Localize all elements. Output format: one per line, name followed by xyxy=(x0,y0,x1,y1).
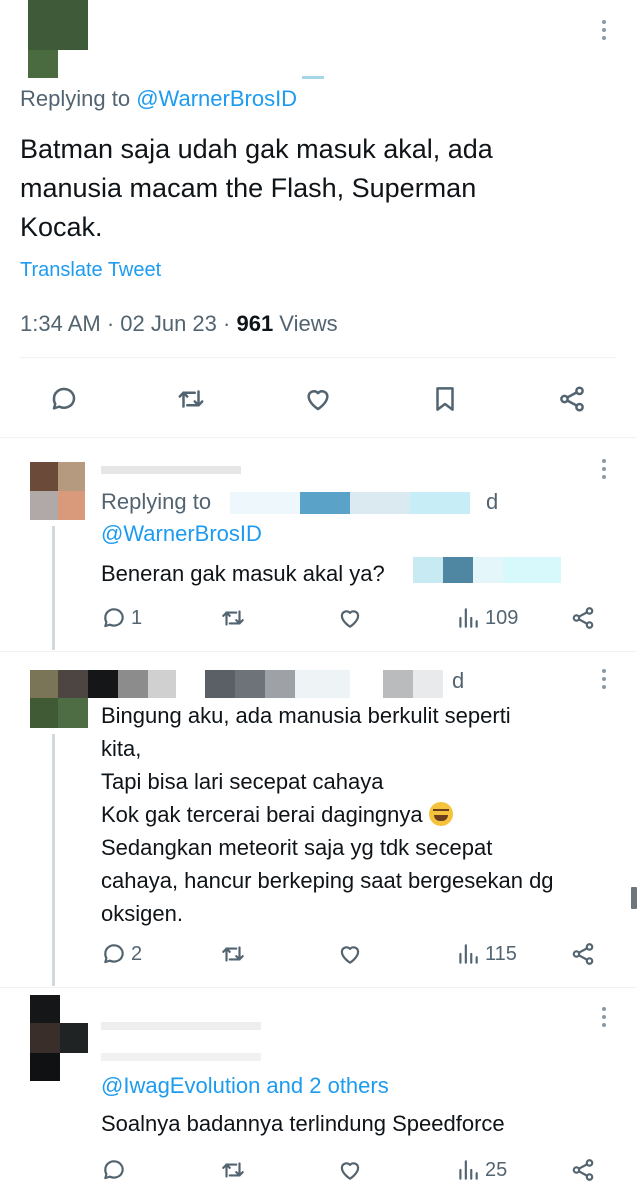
views-icon xyxy=(459,944,478,964)
main-tweet-text: Batman saja udah gak masuk akal, ada man… xyxy=(20,134,493,242)
views-button[interactable]: 115 xyxy=(455,941,517,967)
divider xyxy=(20,357,617,358)
retweet-icon xyxy=(178,390,204,408)
retweet-button[interactable] xyxy=(220,1157,246,1183)
trailing-char: d xyxy=(452,668,465,693)
reply-3-text: Soalnya badannya terlindung Speedforce xyxy=(101,1111,505,1136)
views-button[interactable]: 25 xyxy=(455,1157,507,1183)
reply-1-more-icon[interactable] xyxy=(601,459,607,479)
redacted-name xyxy=(101,466,241,474)
main-more-icon[interactable] xyxy=(601,20,607,40)
reply-icon xyxy=(104,1160,124,1180)
views-icon xyxy=(459,608,478,628)
reply-icon xyxy=(104,944,124,964)
like-icon xyxy=(340,946,360,964)
reply-count: 2 xyxy=(131,942,143,965)
reply-1-replying-to: Replying to xyxy=(101,489,211,515)
thread-line xyxy=(52,734,55,986)
retweet-icon xyxy=(222,946,244,962)
like-button[interactable] xyxy=(337,605,363,631)
reply-2-text-part-2: Sedangkan meteorit saja yg tdk secepat c… xyxy=(101,835,554,926)
rolling-on-floor-laughing-emoji-icon xyxy=(428,802,453,826)
replying-handle[interactable]: @WarnerBrosID xyxy=(136,86,297,111)
like-button[interactable] xyxy=(337,1157,363,1183)
views-count: 961 xyxy=(236,311,274,336)
main-replying-to: Replying to @WarnerBrosID xyxy=(20,86,297,112)
views-count: 115 xyxy=(485,942,517,965)
reply-2-more-icon[interactable] xyxy=(601,669,607,689)
replying-prefix: Replying to xyxy=(101,489,212,514)
reply-count: 1 xyxy=(131,606,143,629)
reply-button[interactable] xyxy=(49,384,79,414)
scrollbar-thumb[interactable] xyxy=(631,887,637,909)
reply-3-more-icon[interactable] xyxy=(601,1007,607,1027)
views-icon xyxy=(459,1160,478,1180)
share-icon xyxy=(560,386,584,412)
views-button[interactable]: 109 xyxy=(455,605,518,631)
translate-tweet-link[interactable]: Translate Tweet xyxy=(20,259,161,282)
retweet-button[interactable] xyxy=(220,605,246,631)
share-icon xyxy=(572,607,594,629)
bookmark-button[interactable] xyxy=(430,384,460,414)
share-button[interactable] xyxy=(570,941,596,967)
views-label: Views xyxy=(273,311,338,336)
share-button[interactable] xyxy=(570,1157,596,1183)
reply-1-handle[interactable]: @WarnerBrosID xyxy=(101,521,262,547)
trailing-char: d xyxy=(486,489,499,514)
divider xyxy=(0,651,637,652)
divider xyxy=(0,437,637,438)
redacted-block xyxy=(101,1053,261,1061)
main-action-bar xyxy=(0,378,637,422)
bookmark-icon xyxy=(436,387,454,411)
share-button[interactable] xyxy=(570,605,596,631)
share-button[interactable] xyxy=(557,384,587,414)
retweet-button[interactable] xyxy=(176,384,206,414)
redacted-block xyxy=(302,76,324,79)
reply-button[interactable]: 2 xyxy=(101,941,142,967)
retweet-icon xyxy=(222,610,244,626)
like-button[interactable] xyxy=(337,941,363,967)
retweet-button[interactable] xyxy=(220,941,246,967)
replying-prefix: Replying to xyxy=(20,86,137,111)
tweet-meta: 1:34 AM · 02 Jun 23 · 961 Views xyxy=(20,311,338,337)
like-button[interactable] xyxy=(303,384,333,414)
thread-line xyxy=(52,526,55,650)
share-icon xyxy=(572,1159,594,1181)
like-icon xyxy=(340,610,360,628)
reply-3-handle[interactable]: @IwagEvolution and 2 others xyxy=(101,1073,389,1099)
like-icon xyxy=(307,390,329,411)
reply-2-text: Bingung aku, ada manusia berkulit sepert… xyxy=(101,699,621,930)
views-count: 109 xyxy=(485,606,519,629)
tweet-time[interactable]: 1:34 AM · 02 Jun 23 · xyxy=(20,311,236,336)
like-icon xyxy=(340,1162,360,1180)
share-icon xyxy=(572,943,594,965)
views-count: 25 xyxy=(485,1158,508,1181)
redacted-name xyxy=(101,1022,261,1030)
reply-button[interactable] xyxy=(101,1157,127,1183)
reply-icon xyxy=(104,608,124,628)
reply-button[interactable]: 1 xyxy=(101,605,142,631)
reply-icon xyxy=(52,387,76,410)
divider xyxy=(0,987,637,988)
retweet-icon xyxy=(222,1162,244,1178)
